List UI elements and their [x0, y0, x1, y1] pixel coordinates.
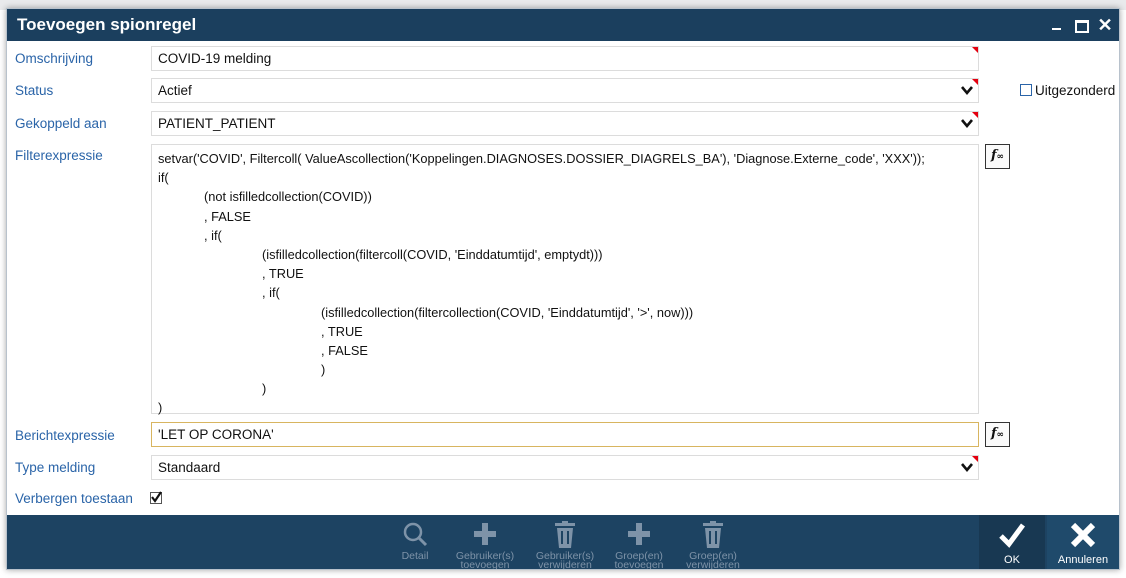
plus-icon [474, 523, 496, 545]
title-bar: Toevoegen spionregel ✕ [7, 9, 1119, 41]
plus-icon [628, 523, 650, 545]
add-groups-button[interactable]: Groep(en) toevoegen [608, 515, 670, 570]
function-icon: f∞ [990, 148, 1005, 163]
trash-icon [703, 521, 723, 548]
code-line: (isfilledcollection(filtercollection(COV… [321, 304, 694, 320]
remove-groups-label-2: verwijderen [686, 559, 740, 570]
code-line: , FALSE [321, 342, 368, 358]
function-icon: f∞ [990, 426, 1005, 441]
dialog-window: Toevoegen spionregel ✕ Omschrijving COVI… [6, 8, 1120, 570]
cancel-button[interactable]: Annuleren [1047, 515, 1119, 569]
type-melding-label: Type melding [15, 460, 96, 475]
add-users-label-2: toevoegen [460, 559, 510, 570]
status-value: Actief [158, 83, 192, 98]
type-melding-select[interactable]: Standaard [151, 455, 979, 480]
uitgezonderd-checkbox[interactable] [1020, 84, 1032, 96]
remove-users-label-2: verwijderen [538, 559, 592, 570]
add-groups-label-2: toevoegen [614, 559, 664, 570]
close-icon [1070, 522, 1096, 548]
chevron-down-icon [961, 86, 973, 96]
code-line: (isfilledcollection(filtercoll(COVID, 'E… [262, 246, 603, 262]
chevron-down-icon [961, 119, 973, 129]
maximize-icon[interactable] [1071, 15, 1091, 35]
filterexpressie-label: Filterexpressie [15, 148, 103, 163]
code-line: (not isfilledcollection(COVID)) [204, 189, 372, 205]
action-bar: Detail Gebruiker(s) toevoegen Gebruiker(… [7, 515, 1119, 570]
code-line: , TRUE [321, 323, 363, 339]
remove-groups-button[interactable]: Groep(en) verwijderen [678, 515, 748, 570]
checkmark-icon [151, 491, 162, 503]
status-select[interactable]: Actief [151, 78, 979, 103]
close-icon[interactable]: ✕ [1095, 15, 1115, 35]
add-users-button[interactable]: Gebruiker(s) toevoegen [448, 515, 522, 570]
remove-users-button[interactable]: Gebruiker(s) verwijderen [528, 515, 602, 570]
trash-icon [555, 521, 575, 548]
ok-button[interactable]: OK [979, 515, 1045, 569]
status-label: Status [15, 83, 54, 98]
filterexpressie-textarea[interactable]: setvar('COVID', Filtercoll( ValueAscolle… [151, 144, 979, 416]
code-line: , FALSE [204, 208, 251, 224]
gekoppeld-value: PATIENT_PATIENT [158, 116, 276, 131]
berichtexpressie-input[interactable]: 'LET OP CORONA' [151, 422, 979, 447]
checkmark-icon [999, 523, 1026, 548]
code-line: , TRUE [262, 266, 304, 282]
berichtexpressie-value: 'LET OP CORONA' [158, 427, 274, 442]
code-line: , if( [262, 285, 280, 301]
type-melding-value: Standaard [158, 460, 221, 475]
chevron-down-icon [961, 463, 973, 473]
filter-function-button[interactable]: f∞ [985, 144, 1010, 169]
detail-button[interactable]: Detail [388, 515, 442, 569]
code-line: ) [262, 381, 267, 397]
berichtexpressie-label: Berichtexpressie [15, 428, 115, 443]
omschrijving-input[interactable]: COVID-19 melding [151, 46, 979, 71]
magnifier-icon [403, 522, 428, 547]
gekoppeld-label: Gekoppeld aan [15, 116, 107, 131]
omschrijving-label: Omschrijving [15, 51, 94, 66]
uitgezonderd-label: Uitgezonderd [1035, 83, 1116, 98]
verbergen-checkbox[interactable] [150, 491, 162, 504]
cancel-label: Annuleren [1057, 554, 1109, 566]
detail-label: Detail [401, 550, 429, 562]
code-line: if( [158, 170, 169, 186]
gekoppeld-select[interactable]: PATIENT_PATIENT [151, 111, 979, 136]
code-line: , if( [204, 227, 222, 243]
code-line: ) [158, 400, 163, 416]
bericht-function-button[interactable]: f∞ [985, 422, 1010, 447]
window-title: Toevoegen spionregel [17, 15, 197, 34]
ok-label: OK [1004, 554, 1020, 566]
verbergen-label: Verbergen toestaan [15, 491, 133, 506]
code-line: ) [321, 362, 326, 378]
code-line: setvar('COVID', Filtercoll( ValueAscolle… [158, 151, 925, 166]
minimize-icon[interactable] [1047, 15, 1067, 35]
omschrijving-value: COVID-19 melding [158, 51, 272, 66]
